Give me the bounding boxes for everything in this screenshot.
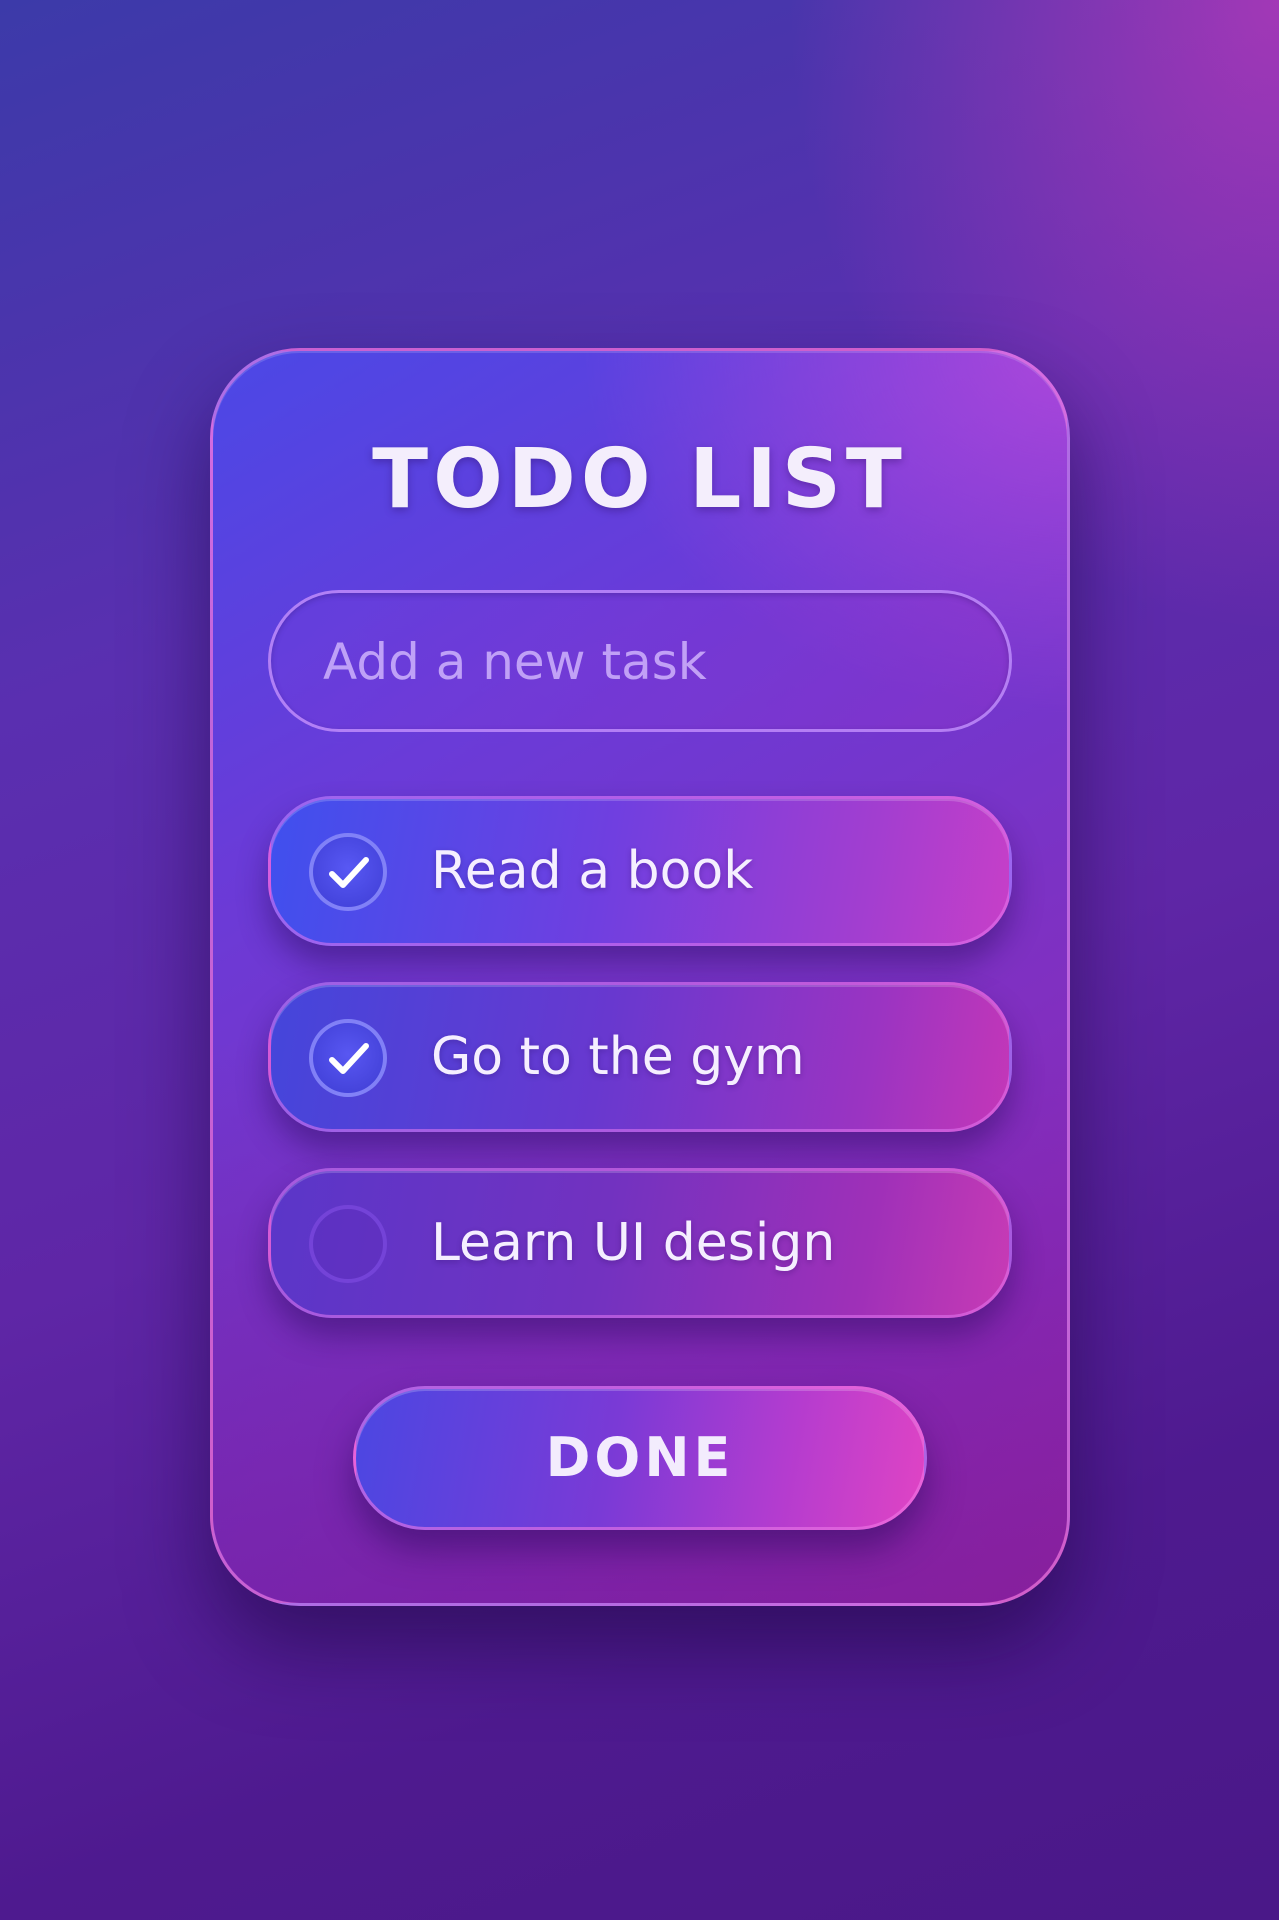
task-checkbox-checked[interactable] — [309, 833, 387, 911]
task-checkbox-checked[interactable] — [309, 1019, 387, 1097]
check-icon — [329, 857, 369, 888]
task-item-go-to-the-gym[interactable]: Go to the gym — [268, 982, 1012, 1132]
done-button[interactable]: DONE — [353, 1386, 927, 1530]
new-task-field[interactable] — [268, 590, 1012, 732]
check-icon — [329, 1043, 369, 1074]
done-button-label: DONE — [545, 1426, 735, 1489]
new-task-input[interactable] — [321, 593, 965, 731]
page-title: TODO LIST — [372, 432, 907, 527]
task-label: Go to the gym — [431, 1027, 805, 1087]
task-label: Read a book — [431, 841, 754, 901]
task-item-learn-ui-design[interactable]: Learn UI design — [268, 1168, 1012, 1318]
task-label: Learn UI design — [431, 1213, 836, 1273]
task-item-read-a-book[interactable]: Read a book — [268, 796, 1012, 946]
task-checkbox-unchecked[interactable] — [309, 1205, 387, 1283]
